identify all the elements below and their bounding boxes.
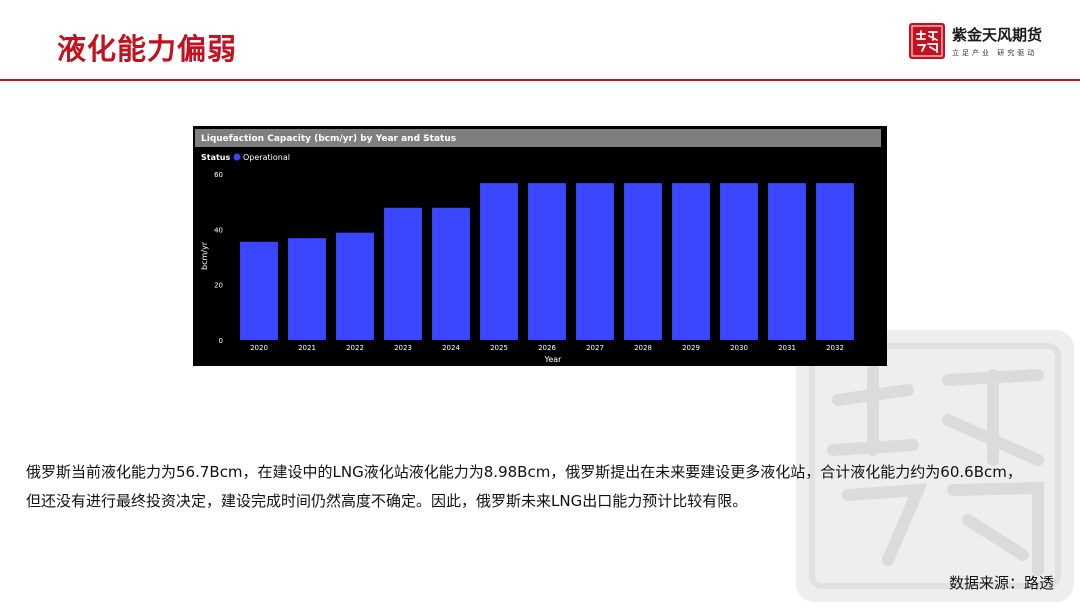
- y-axis-label: bcm/yr: [200, 241, 209, 270]
- bar: [624, 183, 662, 340]
- chart-svg: Liquefaction Capacity (bcm/yr) by Year a…: [195, 129, 881, 364]
- bar: [720, 183, 758, 340]
- bar: [480, 183, 518, 340]
- legend-marker: [233, 153, 241, 161]
- x-tick-label: 2027: [586, 344, 604, 352]
- bar: [432, 207, 470, 340]
- brand-name: 紫金天风期货: [952, 26, 1043, 44]
- source-note: 数据来源：路透: [948, 574, 1054, 592]
- x-tick-label: 2021: [298, 344, 316, 352]
- slide-title: 液化能力偏弱: [57, 32, 238, 66]
- x-tick-label: 2025: [490, 344, 508, 352]
- y-tick-label: 0: [219, 337, 223, 345]
- brand-logo: 紫金天风期货 立足产业 研究驱动: [908, 22, 1058, 66]
- x-tick-label: 2032: [826, 344, 844, 352]
- x-axis-label: Year: [544, 355, 563, 364]
- x-tick-label: 2023: [394, 344, 412, 352]
- y-tick-label: 40: [214, 226, 223, 234]
- x-tick-label: 2020: [250, 344, 268, 352]
- chart-panel: Liquefaction Capacity (bcm/yr) by Year a…: [193, 126, 887, 366]
- bar: [384, 207, 422, 340]
- x-tick-label: 2028: [634, 344, 652, 352]
- x-tick-label: 2029: [682, 344, 700, 352]
- header-divider: [0, 79, 1080, 81]
- bar: [768, 183, 806, 340]
- x-tick-label: 2026: [538, 344, 556, 352]
- x-tick-label: 2024: [442, 344, 460, 352]
- x-tick-label: 2030: [730, 344, 748, 352]
- bar: [288, 238, 326, 340]
- y-tick-label: 20: [214, 282, 223, 290]
- chart-title: Liquefaction Capacity (bcm/yr) by Year a…: [201, 134, 456, 144]
- body-paragraph: 俄罗斯当前液化能力为56.7Bcm，在建设中的LNG液化站液化能力为8.98Bc…: [26, 463, 1022, 510]
- x-tick-label: 2022: [346, 344, 364, 352]
- x-tick-label: 2031: [778, 344, 796, 352]
- plot-area: 0 20 40 60 2020 2021 2022 2023 2024 2025 2026 2027 2…: [214, 171, 854, 352]
- brand-seal-icon: [909, 23, 945, 59]
- legend-title: Status: [201, 153, 231, 162]
- bar: [240, 241, 278, 340]
- bar: [336, 232, 374, 340]
- brand-slogan: 立足产业 研究驱动: [952, 49, 1038, 57]
- bar: [576, 183, 614, 340]
- bar: [672, 183, 710, 340]
- legend-label: Operational: [243, 153, 290, 162]
- y-tick-label: 60: [214, 171, 223, 179]
- bar: [816, 183, 854, 340]
- bar: [528, 183, 566, 340]
